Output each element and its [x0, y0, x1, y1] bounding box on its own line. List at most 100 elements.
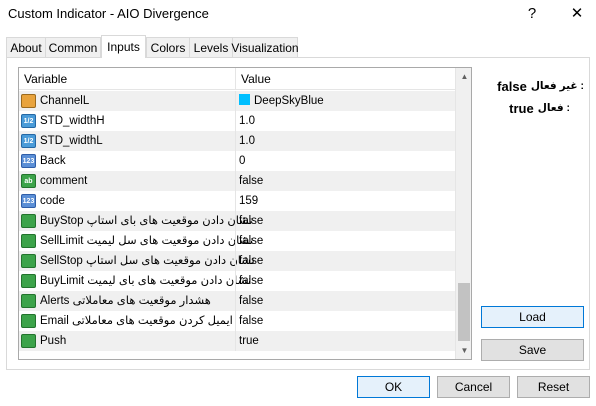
- table-row[interactable]: ab comment false: [19, 171, 455, 191]
- value-text: 159: [239, 195, 259, 207]
- table-row[interactable]: 123 Back 0: [19, 151, 455, 171]
- variable-name: STD_widthH: [40, 115, 105, 127]
- variable-value[interactable]: true: [239, 331, 259, 351]
- table-row[interactable]: 1/2 STD_widthH 1.0: [19, 111, 455, 131]
- variable-name: comment: [40, 175, 88, 187]
- table-row[interactable]: Push true: [19, 331, 455, 351]
- bool-icon: [21, 274, 36, 288]
- integer-icon: 123: [21, 154, 36, 168]
- ok-button[interactable]: OK: [357, 376, 430, 398]
- column-divider: [235, 251, 236, 271]
- column-divider: [235, 291, 236, 311]
- value-text: false: [239, 215, 264, 227]
- variable-name: STD_widthL: [40, 135, 103, 147]
- scroll-up-icon[interactable]: ▲: [456, 68, 471, 85]
- bool-icon: [21, 214, 36, 228]
- header-value[interactable]: Value: [236, 68, 455, 90]
- variable-value[interactable]: false: [239, 171, 263, 191]
- legend-false-keyword: false: [497, 78, 527, 94]
- legend-false: false : غیر فعال: [488, 75, 584, 97]
- value-text: 1.0: [239, 135, 255, 147]
- tab-label: Visualization: [231, 40, 299, 55]
- column-divider: [235, 111, 236, 131]
- table-row[interactable]: BuyLimit نشان دادن موقعیت های بای لیمیت f…: [19, 271, 455, 291]
- tab-colors[interactable]: Colors: [146, 37, 190, 57]
- variable-name: code: [40, 195, 65, 207]
- vertical-scrollbar[interactable]: ▲ ▼: [455, 68, 471, 359]
- table-row[interactable]: Alerts هشدار موقعیت های معاملاتی false: [19, 291, 455, 311]
- column-divider: [235, 271, 236, 291]
- header-variable[interactable]: Variable: [19, 68, 235, 90]
- reset-button[interactable]: Reset: [517, 376, 590, 398]
- value-text: DeepSkyBlue: [254, 95, 324, 107]
- window-title: Custom Indicator - AIO Divergence: [8, 6, 209, 21]
- tab-label: Levels: [193, 40, 229, 55]
- variable-name: Alerts هشدار موقعیت های معاملاتی: [40, 295, 211, 307]
- legend-true-text: : فعال: [537, 102, 570, 114]
- tab-common[interactable]: Common: [45, 37, 101, 57]
- value-text: false: [239, 275, 264, 287]
- bool-icon: [21, 334, 36, 348]
- value-text: false: [239, 255, 264, 267]
- legend: false : غیر فعال true : فعال: [488, 75, 584, 119]
- value-text: false: [239, 315, 264, 327]
- variable-value[interactable]: DeepSkyBlue: [239, 91, 324, 111]
- table-row[interactable]: BuyStop نشان دادن موقعیت های بای استاپ fa…: [19, 211, 455, 231]
- variable-value[interactable]: false: [239, 251, 263, 271]
- column-divider: [235, 331, 236, 351]
- variable-name: Back: [40, 155, 66, 167]
- variable-name: ChannelL: [40, 95, 90, 107]
- column-divider: [235, 311, 236, 331]
- tab-strip: About Common Inputs Colors Levels Visual…: [6, 35, 590, 58]
- variable-value[interactable]: 1.0: [239, 111, 255, 131]
- close-button[interactable]: ✕: [555, 0, 596, 26]
- table-row[interactable]: ChannelL DeepSkyBlue: [19, 91, 455, 111]
- double-icon: 1/2: [21, 134, 36, 148]
- tab-label: About: [10, 40, 42, 55]
- integer-icon: 123: [21, 194, 36, 208]
- bool-icon: [21, 314, 36, 328]
- value-text: 0: [239, 155, 246, 167]
- variable-value[interactable]: false: [239, 291, 263, 311]
- column-divider: [235, 231, 236, 251]
- grid-header: Variable Value: [19, 68, 455, 90]
- tab-label: Colors: [150, 40, 186, 55]
- variable-value[interactable]: false: [239, 271, 263, 291]
- load-button[interactable]: Load: [481, 306, 584, 328]
- table-row[interactable]: SellLimit نشان دادن موقعیت های سل لیمیت f…: [19, 231, 455, 251]
- variable-value[interactable]: false: [239, 211, 263, 231]
- variable-value[interactable]: false: [239, 311, 263, 331]
- table-row[interactable]: Email ایمیل کردن موقعیت های معاملاتی fals…: [19, 311, 455, 331]
- tab-visualization[interactable]: Visualization: [231, 37, 299, 57]
- help-button[interactable]: ?: [510, 0, 554, 26]
- tab-about[interactable]: About: [6, 37, 46, 57]
- variable-value[interactable]: 159: [239, 191, 258, 211]
- variable-name: SellStop نشان دادن موقعیت های سل استاپ: [40, 255, 255, 267]
- value-text: 1.0: [239, 115, 255, 127]
- value-text: false: [239, 235, 264, 247]
- table-row[interactable]: 1/2 STD_widthL 1.0: [19, 131, 455, 151]
- variable-value[interactable]: 0: [239, 151, 245, 171]
- value-text: false: [239, 175, 264, 187]
- variable-name: BuyLimit نشان دادن موقعیت های بای لیمیت: [40, 275, 252, 287]
- scroll-thumb[interactable]: [458, 283, 470, 341]
- column-divider: [235, 191, 236, 211]
- variable-value[interactable]: 1.0: [239, 131, 255, 151]
- table-row[interactable]: 123 code 159: [19, 191, 455, 211]
- inputs-grid: Variable Value ChannelL DeepSkyBlue 1/2 STD…: [18, 67, 472, 360]
- save-button[interactable]: Save: [481, 339, 584, 361]
- table-row[interactable]: SellStop نشان دادن موقعیت های سل استاپ fa…: [19, 251, 455, 271]
- color-icon: [21, 94, 36, 108]
- tab-levels[interactable]: Levels: [189, 37, 233, 57]
- variable-value[interactable]: false: [239, 231, 263, 251]
- tab-label: Common: [48, 40, 98, 55]
- column-divider: [235, 151, 236, 171]
- cancel-button[interactable]: Cancel: [437, 376, 510, 398]
- column-divider: [235, 171, 236, 191]
- variable-name: SellLimit نشان دادن موقعیت های سل لیمیت: [40, 235, 254, 247]
- tab-label: Inputs: [107, 40, 140, 54]
- double-icon: 1/2: [21, 114, 36, 128]
- variable-name: BuyStop نشان دادن موقعیت های بای استاپ: [40, 215, 253, 227]
- tab-inputs[interactable]: Inputs: [101, 35, 146, 58]
- scroll-down-icon[interactable]: ▼: [456, 342, 471, 359]
